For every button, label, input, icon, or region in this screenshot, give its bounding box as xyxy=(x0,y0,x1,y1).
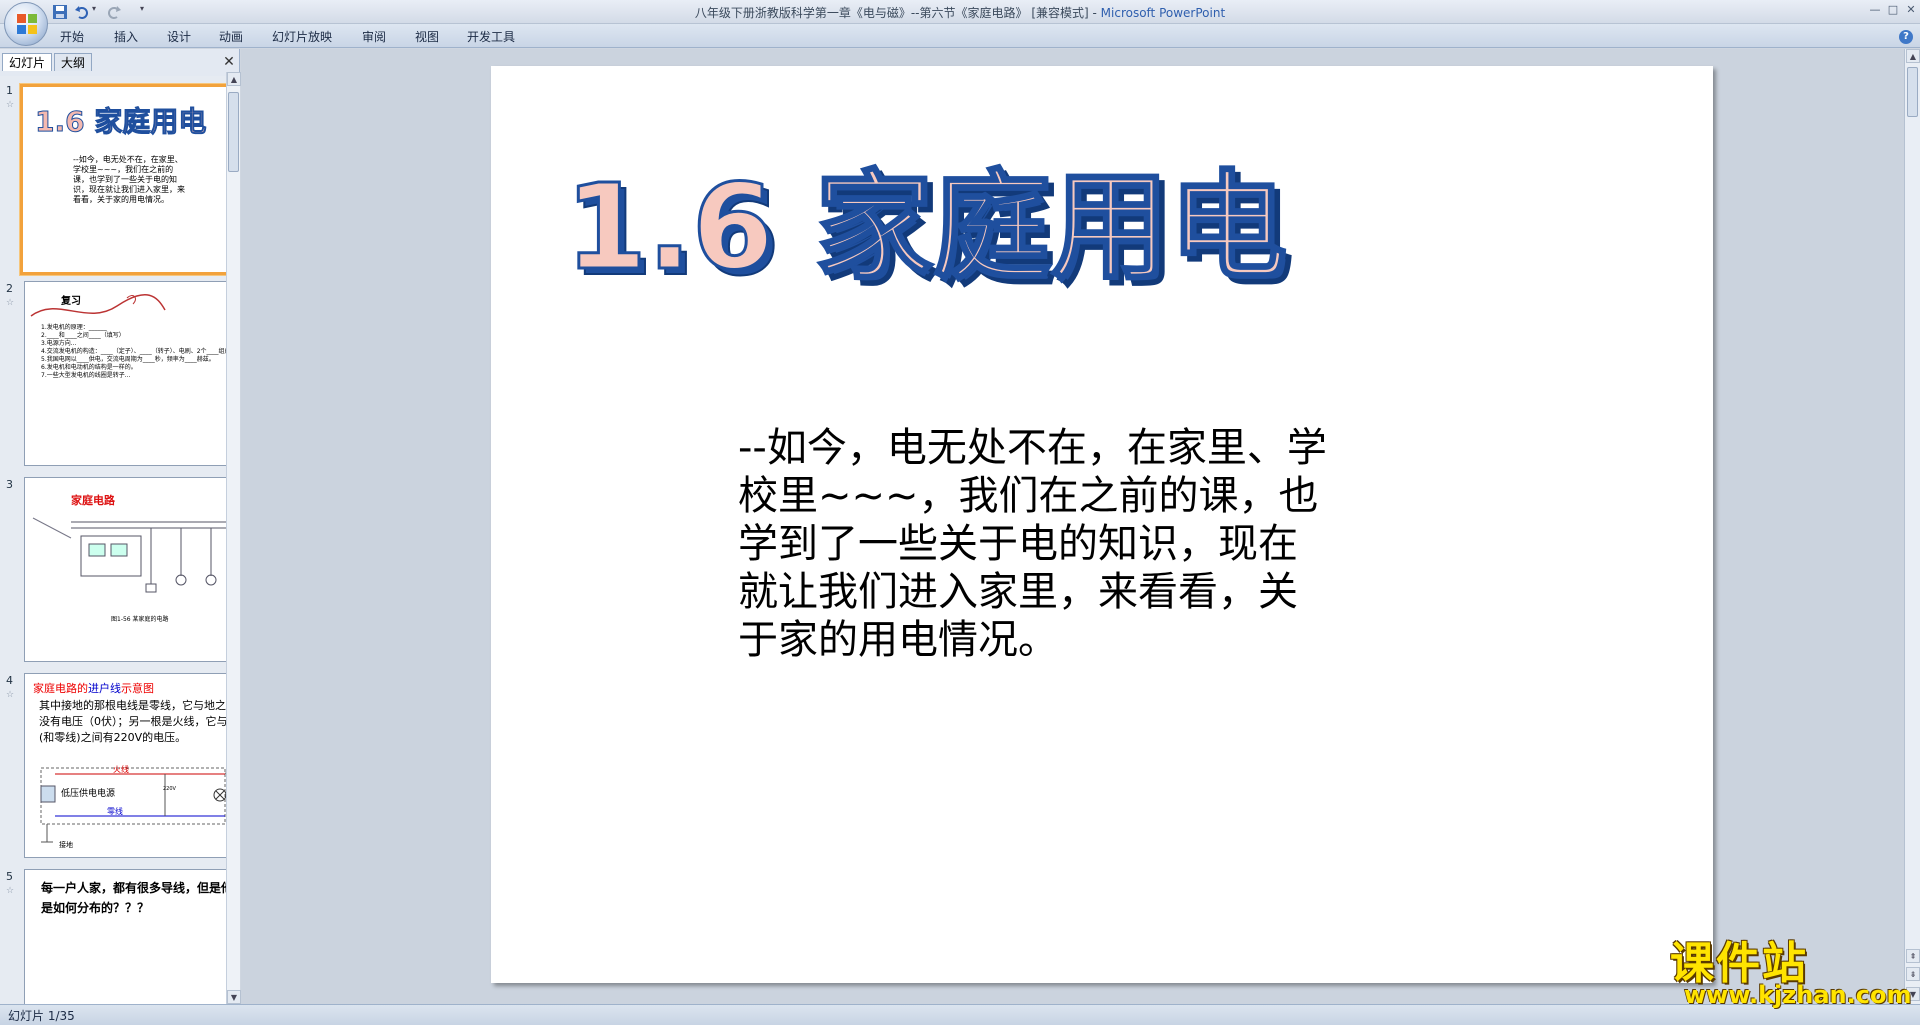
circuit-diagram xyxy=(40,767,226,843)
tab-animation[interactable]: 动画 xyxy=(219,28,243,44)
live-wire-label: 火线 xyxy=(113,765,129,774)
panel-close-icon[interactable]: ✕ xyxy=(222,55,236,69)
slide-number: 5 xyxy=(6,870,13,883)
tab-outline[interactable]: 大纲 xyxy=(54,53,93,71)
thumb-title: 复习 xyxy=(61,296,81,307)
undo-icon[interactable] xyxy=(74,4,90,20)
source-label: 低压供电电源 xyxy=(61,789,116,799)
tab-slideshow[interactable]: 幻灯片放映 xyxy=(272,28,332,44)
maximize-button[interactable]: □ xyxy=(1884,2,1902,18)
slide-counter: 幻灯片 1/35 xyxy=(8,1009,75,1023)
slide-number: 1 xyxy=(6,84,13,97)
slide-number: 4 xyxy=(6,674,13,687)
slide-scrollbar[interactable]: ▲ ⇞ ⇟ ▼ xyxy=(1904,49,1920,1004)
current-slide[interactable]: 1.6 家庭用电 1.6 家庭用电 --如今，电无处不在，在家里、学校里~~~，… xyxy=(491,66,1713,983)
circuit-diagram xyxy=(32,517,226,593)
ornament-icon xyxy=(30,294,166,317)
minimize-button[interactable]: — xyxy=(1866,2,1884,18)
thumb-title: 家庭电路的进户线示意图 xyxy=(33,682,154,695)
thumb-title: 1.6 家庭用电 xyxy=(35,105,207,139)
scroll-up-icon[interactable]: ▲ xyxy=(227,72,241,86)
office-logo-icon xyxy=(17,14,37,34)
transition-icon: ☆ xyxy=(6,298,15,308)
help-icon[interactable]: ? xyxy=(1899,30,1913,44)
slide-thumbnail-5[interactable]: 每一户人家，都有很多导线，但是他们是如何分布的？？？ xyxy=(24,869,226,1004)
tab-review[interactable]: 审阅 xyxy=(362,28,386,44)
slide-number: 2 xyxy=(6,282,13,295)
thumbnail-scrollbar[interactable]: ▲ ▼ xyxy=(226,72,241,1004)
slide-thumbnail-3[interactable]: 家庭电路 图1-56 某家庭的电路 xyxy=(24,477,226,662)
transition-icon: ☆ xyxy=(6,886,15,896)
slide-thumbnail-2[interactable]: 复习 1.发电机的原理：______ 2.____和____之间____（填写）… xyxy=(24,281,226,466)
watermark-logo: 课件站 www.kjzhan.com xyxy=(1660,925,1920,1025)
save-icon[interactable] xyxy=(52,4,68,20)
office-button[interactable] xyxy=(4,2,48,46)
tab-design[interactable]: 设计 xyxy=(167,28,191,44)
window-title: 八年级下册浙教版科学第一章《电与磁》--第六节《家庭电路》 [兼容模式] - M… xyxy=(560,4,1360,21)
thumb-title: 家庭电路 xyxy=(71,494,115,507)
tab-home[interactable]: 开始 xyxy=(60,28,84,44)
slide-number: 3 xyxy=(6,478,13,491)
thumbnail-list: 1 ☆ 1.6 家庭用电 --如今，电无处不在，在家里、学校里~~~，我们在之前… xyxy=(0,76,226,1004)
transition-icon: ☆ xyxy=(6,690,15,700)
watermark-url: www.kjzhan.com xyxy=(1684,981,1912,1009)
status-bar xyxy=(0,1004,1920,1025)
figure-caption: 图1-56 某家庭的电路 xyxy=(111,616,169,623)
thumb-body: --如今，电无处不在，在家里、学校里~~~，我们在之前的课，也学到了一些关于电的… xyxy=(73,155,185,204)
tab-slides[interactable]: 幻灯片 xyxy=(2,53,53,71)
scroll-down-icon[interactable]: ▼ xyxy=(227,990,241,1004)
close-button[interactable]: ✕ xyxy=(1902,2,1920,18)
customize-toolbar-icon[interactable]: ▾ xyxy=(140,4,148,20)
undo-dropdown-icon[interactable]: ▾ xyxy=(92,4,100,20)
transition-icon: ☆ xyxy=(6,100,15,110)
svg-text:1.6 家庭用电: 1.6 家庭用电 xyxy=(35,105,206,138)
scroll-thumb[interactable] xyxy=(1907,67,1918,117)
tab-insert[interactable]: 插入 xyxy=(114,28,138,44)
document-title: 八年级下册浙教版科学第一章《电与磁》--第六节《家庭电路》 [兼容模式] - xyxy=(694,6,1101,20)
scroll-up-icon[interactable]: ▲ xyxy=(1906,49,1920,63)
thumb-lines: 1.发电机的原理：______ 2.____和____之间____（填写） 3.… xyxy=(41,324,226,379)
app-name: Microsoft PowerPoint xyxy=(1100,6,1226,20)
slide-body-text[interactable]: --如今，电无处不在，在家里、学校里~~~，我们在之前的课，也学到了一些关于电的… xyxy=(738,424,1328,664)
ground-label: 接地 xyxy=(59,841,73,849)
thumb-text: 其中接地的那根电线是零线，它与地之间没有电压（0伏）；另一根是火线，它与地(和零… xyxy=(39,699,226,744)
slide-title[interactable]: 1.6 家庭用电 1.6 家庭用电 xyxy=(551,76,1311,306)
neutral-wire-label: 零线 xyxy=(107,807,123,816)
slide-thumbnail-1[interactable]: 1.6 家庭用电 --如今，电无处不在，在家里、学校里~~~，我们在之前的课，也… xyxy=(20,84,226,275)
tab-developer[interactable]: 开发工具 xyxy=(467,28,515,44)
voltage-label: 220V xyxy=(163,786,176,792)
svg-text:1.6 家庭用电: 1.6 家庭用电 xyxy=(565,158,1287,296)
tab-view[interactable]: 视图 xyxy=(415,28,439,44)
redo-icon[interactable] xyxy=(106,4,122,20)
thumb-text: 每一户人家，都有很多导线，但是他们是如何分布的？？？ xyxy=(41,881,226,915)
scroll-thumb[interactable] xyxy=(228,92,239,172)
slide-thumbnail-4[interactable]: 家庭电路的进户线示意图 其中接地的那根电线是零线，它与地之间没有电压（0伏）；另… xyxy=(24,673,226,858)
